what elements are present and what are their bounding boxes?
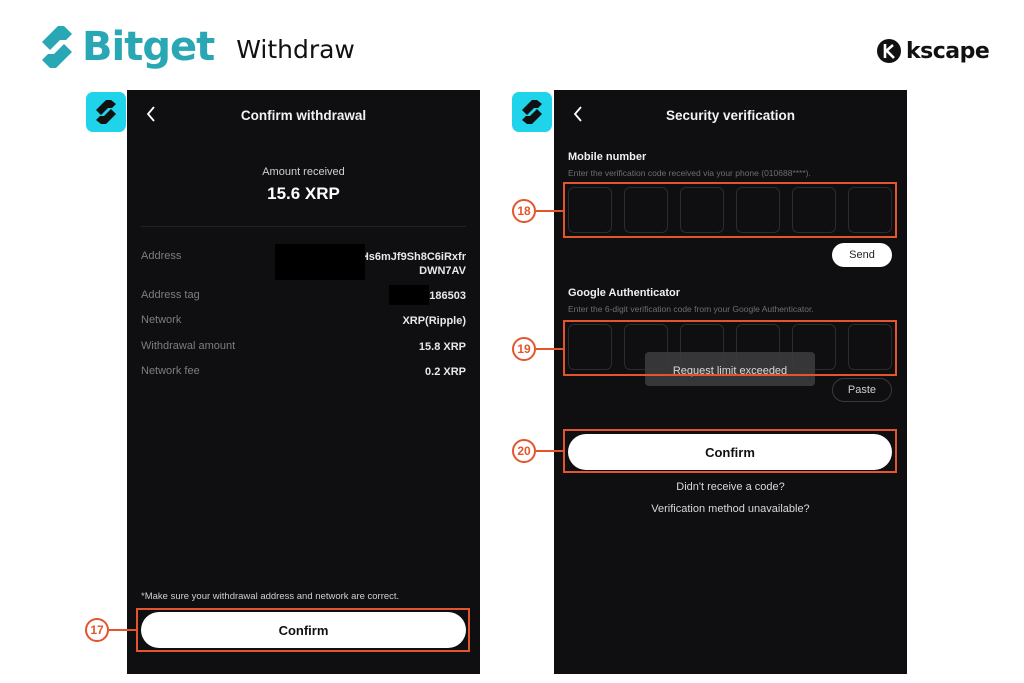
page-title: Withdraw <box>236 34 355 64</box>
callout-line <box>109 628 136 632</box>
chevron-left-icon <box>146 106 155 122</box>
send-code-button[interactable]: Send <box>832 243 892 267</box>
detail-label: Address tag <box>141 289 200 301</box>
confirm-withdrawal-screen: Confirm withdrawal Amount received 15.6 … <box>127 90 480 674</box>
mobile-number-title: Mobile number <box>568 151 647 163</box>
nav-bar: Security verification <box>554 90 907 138</box>
address-line-2: DWN7AV <box>419 265 466 277</box>
detail-label: Withdrawal amount <box>141 340 236 352</box>
bitget-app-badge <box>512 92 552 132</box>
callout-line <box>536 347 563 351</box>
detail-label: Address <box>141 250 182 262</box>
kscape-logo-icon <box>877 39 901 63</box>
google-authenticator-hint: Enter the 6-digit verification code from… <box>568 304 814 314</box>
amount-received-label: Amount received <box>262 166 345 178</box>
kscape-brand: kscape <box>876 38 990 64</box>
verification-unavailable-link[interactable]: Verification method unavailable? <box>554 503 907 515</box>
redaction-mask <box>275 244 365 280</box>
highlight-box-step-20 <box>563 429 897 473</box>
highlight-box-step-18 <box>563 182 897 238</box>
step-number: 18 <box>512 199 536 223</box>
bitget-arrows-icon <box>522 100 542 124</box>
detail-value: XRP(Ripple) <box>402 315 466 327</box>
highlight-box-step-19 <box>563 320 897 376</box>
step-callout-18: 18 <box>512 199 563 223</box>
detail-value: 0.2 XRP <box>425 366 466 378</box>
detail-row-withdrawal-amount: Withdrawal amount 15.8 XRP <box>141 340 466 354</box>
detail-label: Network fee <box>141 365 200 377</box>
step-callout-19: 19 <box>512 337 563 361</box>
security-verification-screen: Security verification Mobile number Ente… <box>554 90 907 674</box>
highlight-box-step-17 <box>136 608 470 652</box>
screen-title: Confirm withdrawal <box>240 107 367 123</box>
back-button[interactable] <box>141 102 161 126</box>
step-number: 17 <box>85 618 109 642</box>
screen-title: Security verification <box>665 107 796 123</box>
mobile-number-hint: Enter the verification code received via… <box>568 168 811 178</box>
step-callout-17: 17 <box>85 618 136 642</box>
google-authenticator-title: Google Authenticator <box>568 287 681 299</box>
step-callout-20: 20 <box>512 439 563 463</box>
detail-label: Network <box>141 314 182 326</box>
brand-name: Bitget <box>82 24 215 70</box>
nav-bar: Confirm withdrawal <box>127 90 480 138</box>
callout-line <box>536 449 563 453</box>
redaction-mask <box>389 285 429 305</box>
chevron-left-icon <box>573 106 582 122</box>
bitget-app-badge <box>86 92 126 132</box>
step-number: 19 <box>512 337 536 361</box>
paste-button[interactable]: Paste <box>832 378 892 402</box>
didnt-receive-code-link[interactable]: Didn't receive a code? <box>554 481 907 493</box>
step-number: 20 <box>512 439 536 463</box>
amount-received-value: 15.6 XRP <box>267 184 340 203</box>
detail-value: 15.8 XRP <box>418 341 466 353</box>
bitget-brand: Bitget Withdraw <box>36 22 355 72</box>
detail-row-network: Network XRP(Ripple) <box>141 314 466 328</box>
bitget-logo-icon <box>42 26 72 68</box>
address-notice: *Make sure your withdrawal address and n… <box>141 591 400 602</box>
back-button[interactable] <box>568 102 588 126</box>
bitget-arrows-icon <box>96 100 116 124</box>
detail-row-network-fee: Network fee 0.2 XRP <box>141 365 466 379</box>
callout-line <box>536 209 563 213</box>
partner-name: kscape <box>906 38 990 64</box>
divider <box>141 226 466 227</box>
